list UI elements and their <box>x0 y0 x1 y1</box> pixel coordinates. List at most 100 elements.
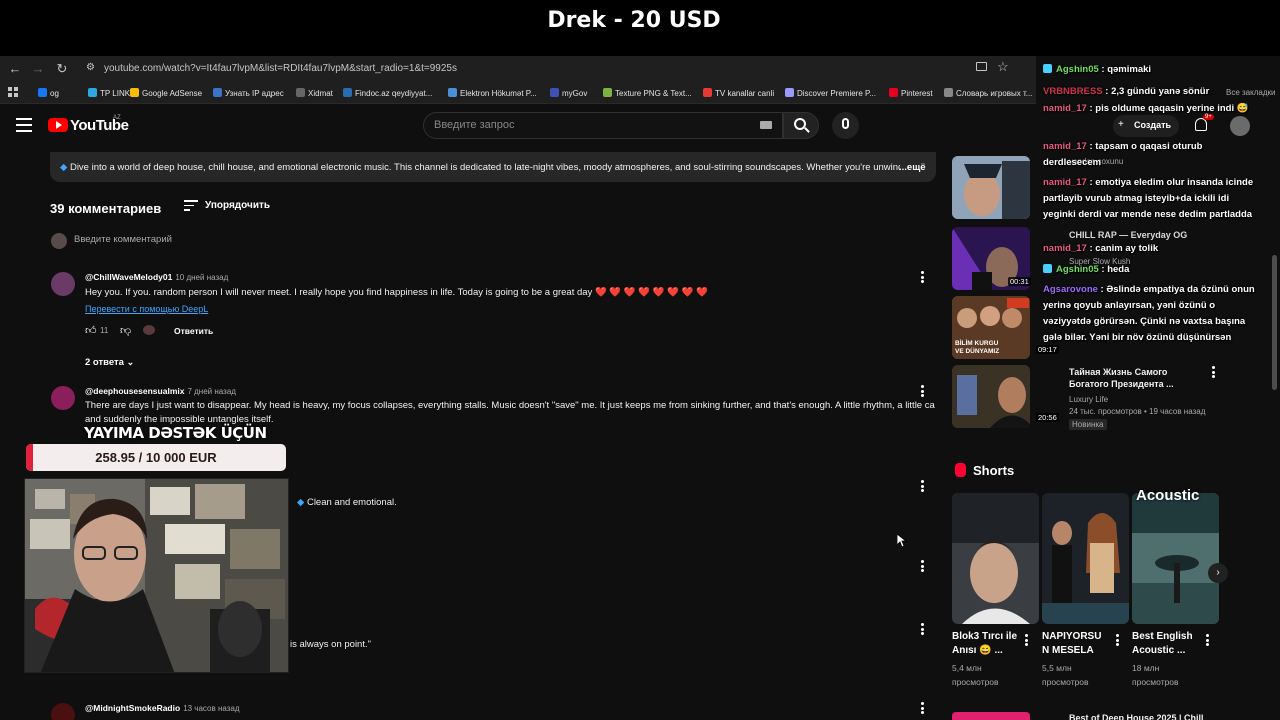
chat-separator: : <box>1086 177 1096 188</box>
short-menu-icon[interactable] <box>1116 634 1120 648</box>
page-scrollbar[interactable] <box>1272 255 1277 390</box>
thumbnail-image <box>952 156 1030 219</box>
bookmark-label[interactable]: Pinterest <box>901 89 933 98</box>
bookmark-label[interactable]: TP LINK <box>100 89 130 98</box>
short-thumbnail[interactable] <box>1132 493 1219 624</box>
bookmark-label[interactable]: Elektron Hökumət P... <box>460 89 537 98</box>
bookmark-label[interactable]: TV kanallar canli <box>715 89 774 98</box>
bookmark-item[interactable]: Google AdSense <box>130 88 202 98</box>
video-menu-icon[interactable] <box>1212 366 1216 380</box>
bookmark-label[interactable]: Texture PNG & Text... <box>615 89 692 98</box>
short-title[interactable]: NAPIYORSU N MESELA <box>1042 630 1108 658</box>
replies-toggle[interactable]: 2 ответа ⌄ <box>85 357 134 368</box>
bookmark-item[interactable]: Словарь игровых т... <box>944 88 1032 98</box>
forward-arrow-icon[interactable]: → <box>29 60 47 78</box>
comment-time[interactable]: 13 часов назад <box>183 704 239 713</box>
bookmark-item[interactable]: myGov <box>550 88 587 98</box>
chat-separator: : <box>1102 86 1112 97</box>
bookmark-star-icon[interactable]: ☆ <box>997 59 1009 75</box>
avatar[interactable] <box>51 272 75 296</box>
comment-author[interactable]: @deephousesensualmix 7 дней назад <box>85 386 236 396</box>
bookmark-item[interactable]: Узнать IP адрес <box>213 88 284 98</box>
comment-author[interactable]: @MidnightSmokeRadio 13 часов назад <box>85 703 240 713</box>
short-menu-icon[interactable] <box>1206 634 1210 648</box>
sort-button[interactable]: Упорядочить <box>205 200 270 211</box>
like-icon[interactable]: 👍︎ <box>85 324 97 337</box>
bookmark-label[interactable]: og <box>50 89 59 98</box>
bookmark-label[interactable]: Узнать IP адрес <box>225 89 284 98</box>
bookmark-item[interactable]: Pinterest <box>889 88 933 98</box>
site-info-icon[interactable]: ⚙ <box>86 62 95 73</box>
bookmark-label[interactable]: Google AdSense <box>142 89 202 98</box>
comment-menu-icon[interactable] <box>921 271 925 285</box>
translate-link[interactable]: Перевести с помощью DeepL <box>85 304 208 314</box>
avatar[interactable] <box>51 703 75 720</box>
bookmark-item[interactable]: Elektron Hökumət P... <box>448 88 537 98</box>
bookmark-item[interactable]: Discover Premiere P... <box>785 88 876 98</box>
comment-menu-icon[interactable] <box>921 623 925 637</box>
apps-grid-icon[interactable] <box>8 87 18 97</box>
chat-text: 2,3 gündü yanə sönür <box>1111 86 1210 97</box>
video-thumbnail[interactable] <box>952 156 1030 219</box>
short-title[interactable]: Blok3 Tırcı ile Anısı 😄 ... <box>952 630 1018 658</box>
bookmark-label[interactable]: Findoc.az qeydiyyat... <box>355 89 432 98</box>
reply-button[interactable]: Ответить <box>174 326 213 336</box>
video-thumbnail[interactable] <box>952 365 1030 428</box>
chevron-down-icon[interactable]: ⌄ <box>127 357 135 367</box>
back-arrow-icon[interactable]: ← <box>6 60 24 78</box>
bookmark-label[interactable]: Discover Premiere P... <box>797 89 876 98</box>
video-title[interactable]: Best of Deep House 2025 | Chill <box>1069 712 1204 720</box>
bookmark-item[interactable]: TV kanallar canli <box>703 88 774 98</box>
comment-menu-icon[interactable] <box>921 385 925 399</box>
video-title[interactable]: Тайная Жизнь Самого Богатого Президента … <box>1069 366 1184 390</box>
short-thumbnail[interactable] <box>1042 493 1129 624</box>
reload-icon[interactable]: ↻ <box>53 60 71 78</box>
author-name[interactable]: @MidnightSmokeRadio <box>85 703 180 713</box>
bookmark-favicon-icon <box>38 88 47 97</box>
keyboard-icon[interactable] <box>760 121 772 129</box>
bookmark-label[interactable]: myGov <box>562 89 587 98</box>
replies-count[interactable]: 2 ответа <box>85 357 124 368</box>
sort-icon[interactable] <box>184 200 198 211</box>
account-avatar[interactable] <box>1230 116 1250 136</box>
author-name[interactable]: @deephousesensualmix <box>85 386 184 396</box>
short-views-label: просмотров <box>1042 677 1089 687</box>
shorts-next-arrow-icon[interactable]: › <box>1208 563 1228 583</box>
short-views: 18 млн <box>1132 663 1160 673</box>
comment-input[interactable]: Введите комментарий <box>74 234 172 245</box>
search-input[interactable]: Введите запрос <box>434 119 514 131</box>
install-app-icon[interactable] <box>976 62 987 71</box>
bookmark-item[interactable]: Xidmat <box>296 88 333 98</box>
description-more-link[interactable]: ...ещё <box>899 162 926 173</box>
create-label[interactable]: Создать <box>1134 120 1171 130</box>
bookmark-item[interactable]: og <box>38 88 59 98</box>
thumbnail-image <box>952 365 1030 428</box>
url-field[interactable]: youtube.com/watch?v=It4fau7lvpM&list=RDI… <box>104 63 457 74</box>
bookmark-item[interactable]: Findoc.az qeydiyyat... <box>343 88 432 98</box>
comment-menu-icon[interactable] <box>921 480 925 494</box>
author-name[interactable]: @ChillWaveMelody01 <box>85 272 172 282</box>
region-code: AZ <box>113 115 121 121</box>
microphone-icon[interactable] <box>842 118 849 129</box>
chat-username: namid_17 <box>1043 103 1087 114</box>
chat-username: namid_17 <box>1043 243 1087 254</box>
short-title[interactable]: Best English Acoustic ... <box>1132 630 1202 658</box>
bookmark-item[interactable]: Texture PNG & Text... <box>603 88 692 98</box>
comment-menu-icon[interactable] <box>921 702 925 716</box>
short-thumbnail[interactable] <box>952 493 1039 624</box>
bookmark-label[interactable]: Xidmat <box>308 89 333 98</box>
video-thumbnail[interactable] <box>952 712 1030 720</box>
channel-name[interactable]: Luxury Life <box>1069 394 1108 405</box>
short-menu-icon[interactable] <box>1025 634 1029 648</box>
hamburger-menu-icon[interactable] <box>16 118 32 132</box>
comment-author[interactable]: @ChillWaveMelody01 10 дней назад <box>85 272 228 282</box>
chat-separator: : <box>1086 243 1096 254</box>
comment-time[interactable]: 10 дней назад <box>175 273 228 282</box>
avatar[interactable] <box>51 386 75 410</box>
comment-menu-icon[interactable] <box>921 560 925 574</box>
chat-message: namid_17 : pis oldume qaqasin yerine ind… <box>1043 101 1255 117</box>
bookmark-item[interactable]: TP LINK <box>88 88 130 98</box>
dislike-icon[interactable]: 👎︎ <box>120 324 131 337</box>
bookmark-label[interactable]: Словарь игровых т... <box>956 89 1032 98</box>
comment-time[interactable]: 7 дней назад <box>187 387 235 396</box>
